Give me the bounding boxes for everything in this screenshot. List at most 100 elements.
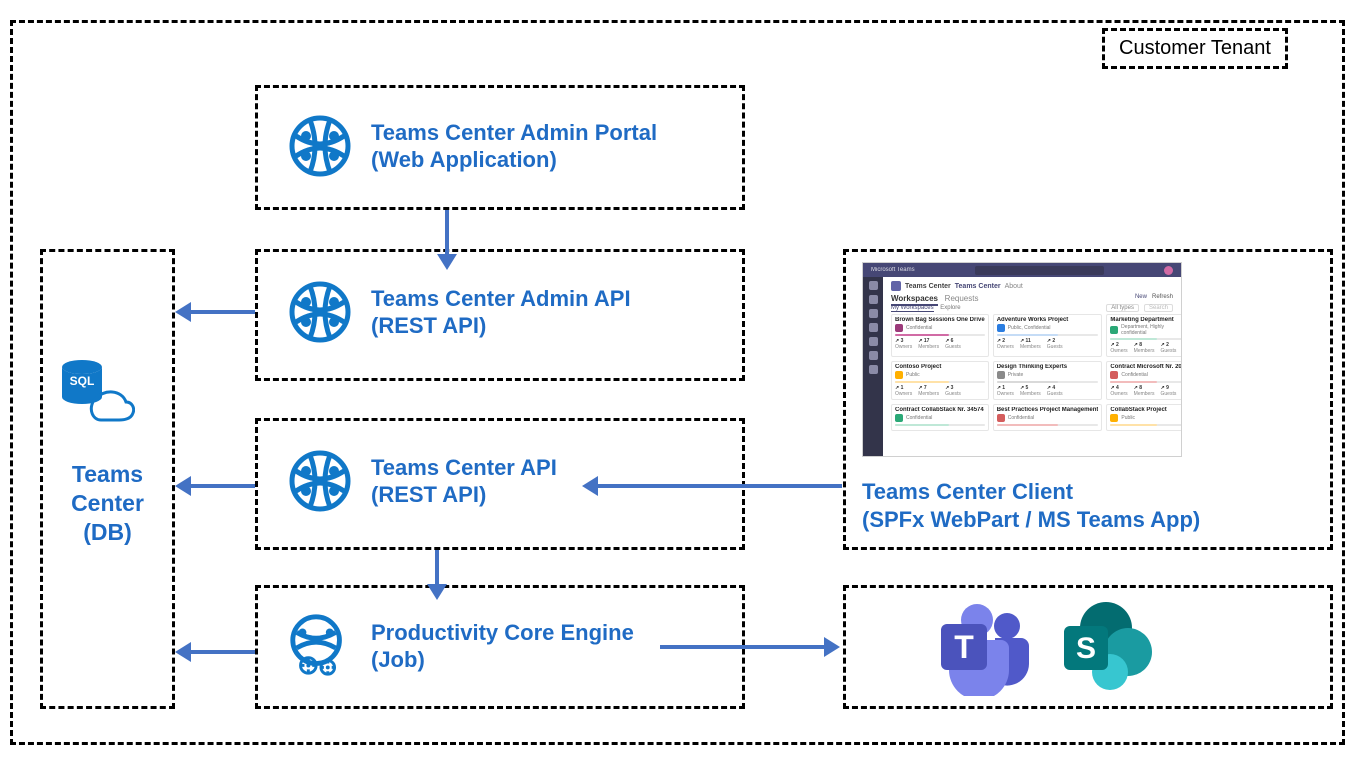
api-subtitle: (REST API) <box>371 481 557 509</box>
workspace-card: Contoso ProjectPublic↗ 1Owners↗ 7Members… <box>891 361 989 400</box>
workspace-card: Contract CollabStack Nr. 34574 Confidenti… <box>891 404 989 431</box>
client-subtitle: (SPFx WebPart / MS Teams App) <box>862 506 1200 534</box>
card-tags: Confidential <box>906 415 932 421</box>
card-category-icon <box>895 414 903 422</box>
card-stat-label: Owners <box>895 344 912 350</box>
card-title: Contract Microsoft Nr. 2067 <box>1110 364 1181 370</box>
rail-teams-icon <box>869 309 878 318</box>
card-stat-label: Owners <box>997 344 1014 350</box>
rail-calls-icon <box>869 337 878 346</box>
card-tags: Private <box>1008 372 1024 378</box>
admin-api-subtitle: (REST API) <box>371 312 631 340</box>
card-stat-label: Members <box>1020 391 1041 397</box>
db-label: Teams Center (DB) <box>50 460 165 546</box>
arrow-api-to-engine <box>425 550 449 600</box>
card-tags: Confidential <box>1008 415 1034 421</box>
teams-left-rail <box>863 277 883 456</box>
workspace-card: Marketing DepartmentDepartment, Highly c… <box>1106 314 1181 357</box>
card-stat-label: Members <box>1134 348 1155 354</box>
rail-more-icon <box>869 365 878 374</box>
teams-app-name-label: Microsoft Teams <box>871 267 915 273</box>
admin-portal-subtitle: (Web Application) <box>371 146 657 174</box>
card-stat-label: Members <box>918 391 939 397</box>
card-category-icon <box>997 371 1005 379</box>
client-label: Teams Center Client (SPFx WebPart / MS T… <box>862 478 1200 533</box>
card-category-icon <box>1110 371 1118 379</box>
card-stat-label: Guests <box>945 391 961 397</box>
page-tab-requests: Requests <box>945 294 979 303</box>
arrow-engine-to-db <box>175 640 255 664</box>
svg-text:SQL: SQL <box>70 374 95 388</box>
card-stat-label: Owners <box>895 391 912 397</box>
card-tags: Public <box>1121 415 1135 421</box>
card-title: CollabStack Project <box>1110 407 1181 413</box>
admin-portal-node: Teams Center Admin Portal (Web Applicati… <box>285 112 657 180</box>
teams-app-screenshot: Microsoft Teams Teams Center Teams Cente… <box>862 262 1182 457</box>
card-category-icon <box>1110 414 1118 422</box>
card-stat-label: Members <box>918 344 939 350</box>
rail-activity-icon <box>869 281 878 290</box>
sql-database-icon: SQL <box>60 355 135 425</box>
action-new: New <box>1135 294 1147 300</box>
card-tags: Department, Highly confidential <box>1121 324 1181 336</box>
admin-portal-icon <box>285 112 355 180</box>
brand-label: Teams Center <box>905 283 951 290</box>
db-label-line1: Teams <box>50 460 165 489</box>
rail-chat-icon <box>869 295 878 304</box>
card-title: Best Practices Project Management <box>997 407 1099 413</box>
rail-calendar-icon <box>869 323 878 332</box>
card-tags: Confidential <box>1121 372 1147 378</box>
card-category-icon <box>997 414 1005 422</box>
workspace-card: Adventure Works Project Public, Confident… <box>993 314 1103 357</box>
api-title: Teams Center API <box>371 454 557 482</box>
card-category-icon <box>1110 326 1118 334</box>
admin-api-title: Teams Center Admin API <box>371 285 631 313</box>
card-stat-label: Guests <box>1161 391 1177 397</box>
api-node: Teams Center API (REST API) <box>285 447 557 515</box>
engine-node: Productivity Core Engine (Job) <box>285 610 634 682</box>
workspace-card: CollabStack Project Public <box>1106 404 1181 431</box>
card-stat-label: Owners <box>1110 391 1127 397</box>
nav-tab-teams-center: Teams Center <box>955 283 1001 290</box>
card-stat-label: Guests <box>945 344 961 350</box>
card-tags: Public <box>906 372 920 378</box>
card-tags: Public, Confidential <box>1008 325 1051 331</box>
card-tags: Confidential <box>906 325 932 331</box>
client-title: Teams Center Client <box>862 478 1200 506</box>
card-title: Contoso Project <box>895 364 985 370</box>
subtab-my-workspaces: My Workspaces <box>891 305 934 312</box>
card-title: Adventure Works Project <box>997 317 1099 323</box>
arrow-client-to-api <box>582 474 842 498</box>
card-stat-label: Guests <box>1047 391 1063 397</box>
card-stat-label: Owners <box>1110 348 1127 354</box>
admin-portal-title: Teams Center Admin Portal <box>371 119 657 147</box>
engine-icon <box>285 610 355 682</box>
card-category-icon <box>997 324 1005 332</box>
card-title: Brown Bag Sessions One Drive <box>895 317 985 323</box>
arrow-api-to-db <box>175 474 255 498</box>
card-stat-label: Members <box>1134 391 1155 397</box>
card-title: Contract CollabStack Nr. 34574 <box>895 407 985 413</box>
card-stat-label: Owners <box>997 391 1014 397</box>
card-category-icon <box>895 324 903 332</box>
admin-api-node: Teams Center Admin API (REST API) <box>285 278 631 346</box>
db-label-line2: Center <box>50 489 165 518</box>
teams-search-input <box>975 266 1104 275</box>
teams-avatar-icon <box>1164 266 1173 275</box>
workspace-card: Best Practices Project Management Confide… <box>993 404 1103 431</box>
arrow-adminportal-to-adminapi <box>435 210 459 270</box>
filter-dropdown: All types <box>1106 304 1139 312</box>
sharepoint-icon: S <box>1058 598 1156 696</box>
customer-tenant-label: Customer Tenant <box>1102 28 1288 69</box>
card-title: Marketing Department <box>1110 317 1181 323</box>
nav-tab-about: About <box>1005 283 1023 290</box>
svg-text:S: S <box>1076 632 1096 665</box>
workspace-card: Contract Microsoft Nr. 2067Confidential↗… <box>1106 361 1181 400</box>
card-stat-label: Guests <box>1161 348 1177 354</box>
svg-text:T: T <box>954 629 974 665</box>
arrow-adminapi-to-db <box>175 300 255 324</box>
card-title: Design Thinking Experts <box>997 364 1099 370</box>
engine-title: Productivity Core Engine <box>371 619 634 647</box>
engine-subtitle: (Job) <box>371 646 634 674</box>
card-category-icon <box>895 371 903 379</box>
